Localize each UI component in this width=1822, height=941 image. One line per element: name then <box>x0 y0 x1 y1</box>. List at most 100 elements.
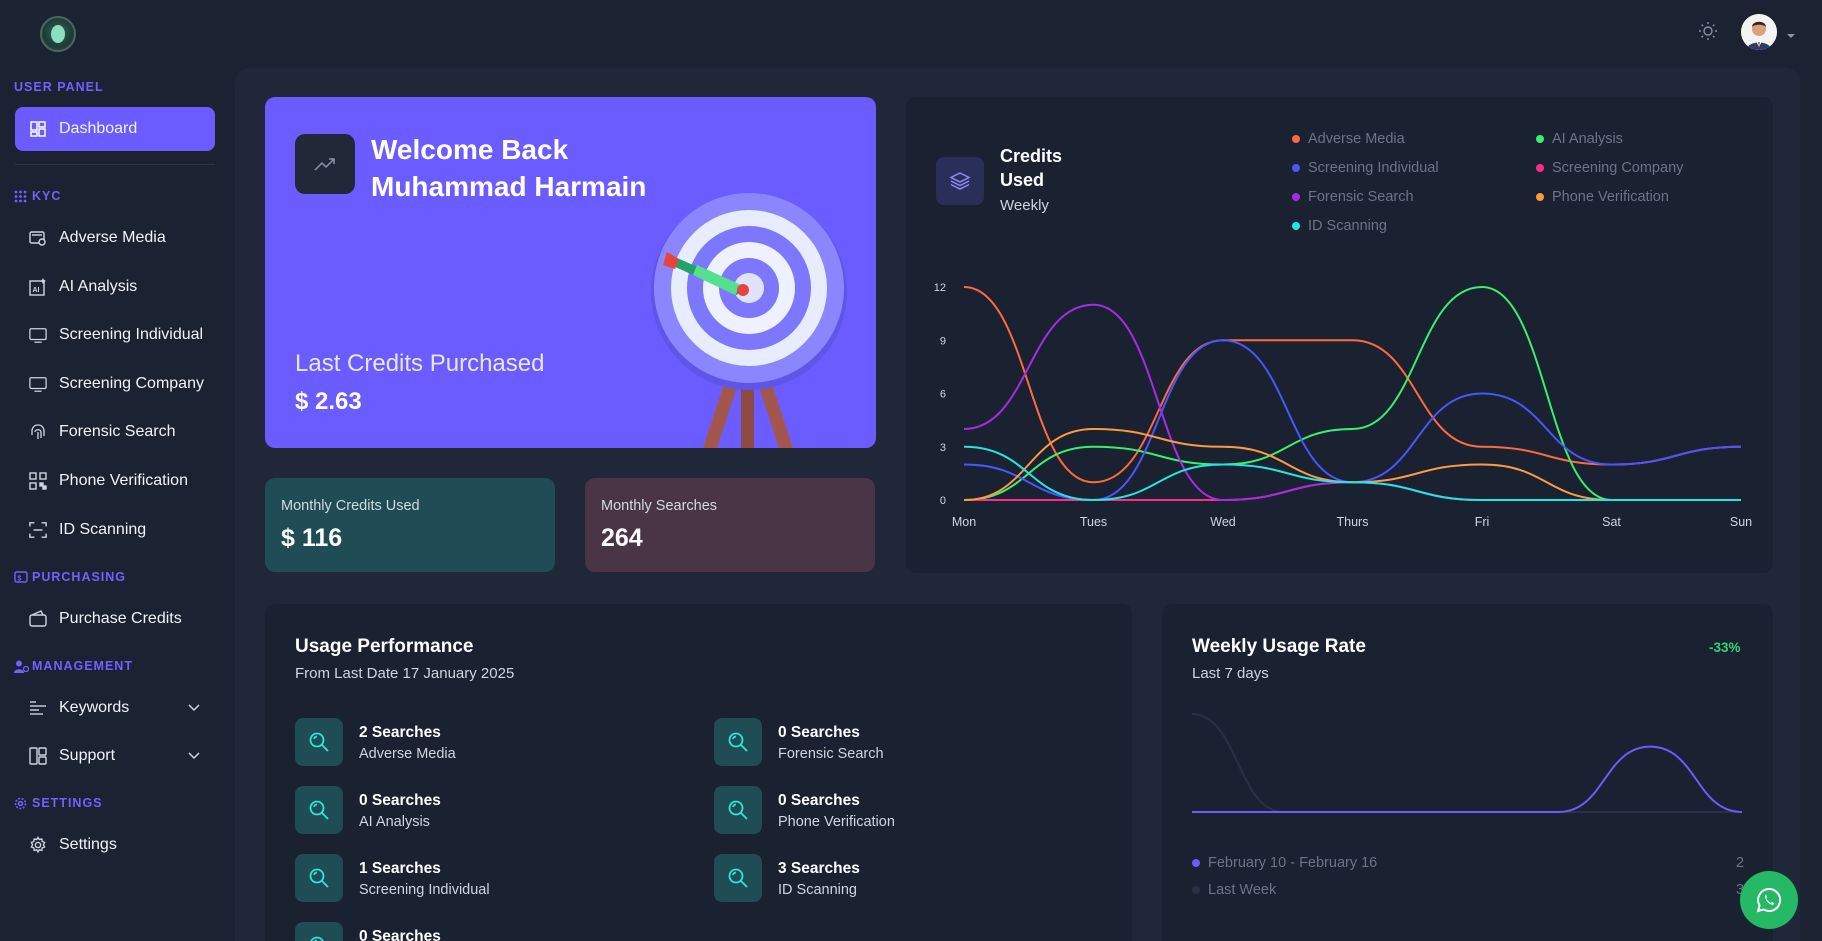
sidebar-item-label: Dashboard <box>59 120 138 137</box>
sidebar-item-dashboard[interactable]: Dashboard <box>15 107 215 151</box>
sidebar-item-label: ID Scanning <box>59 521 147 538</box>
sidebar-item-screening-company[interactable]: Screening Company <box>15 362 215 406</box>
last-credits-label: Last Credits Purchased <box>295 350 545 377</box>
whatsapp-icon <box>1756 887 1782 913</box>
series-line <box>963 445 1741 502</box>
week-line <box>1191 745 1743 813</box>
usage-label: Screening Individual <box>359 882 490 898</box>
sidebar-item-purchase-credits[interactable]: Purchase Credits <box>15 597 215 641</box>
chevron-down-icon <box>187 700 201 714</box>
dashboard-icon <box>29 120 47 138</box>
welcome-card: Welcome Back Muhammad Harmain Last Credi… <box>265 97 876 448</box>
scan-icon <box>29 521 47 539</box>
sidebar-item-label: Support <box>59 747 116 764</box>
section-user-panel: USER PANEL <box>14 80 104 94</box>
sidebar-item-phone-verification[interactable]: Phone Verification <box>15 459 215 503</box>
sidebar-item-label: AI Analysis <box>59 278 138 295</box>
search-icon <box>714 718 762 766</box>
x-tick-label: Wed <box>1210 515 1236 529</box>
x-tick-label: Fri <box>1475 515 1490 529</box>
theme-toggle-sun-icon[interactable] <box>1697 20 1719 42</box>
usage-count: 2 Searches <box>359 724 441 741</box>
list-icon <box>29 699 47 717</box>
sidebar: USER PANEL Dashboard KYC Adverse Media A… <box>0 0 230 941</box>
sidebar-item-label: Purchase Credits <box>59 610 182 627</box>
usage-label: Forensic Search <box>778 746 884 762</box>
section-label: SETTINGS <box>32 796 103 810</box>
user-name: Muhammad Harmain <box>371 171 647 202</box>
usage-item: 0 Searches Phone Verification <box>714 786 1074 834</box>
newspaper-search-icon <box>29 229 47 247</box>
sidebar-item-forensic-search[interactable]: Forensic Search <box>15 410 215 454</box>
legend-label: February 10 - February 16 <box>1208 855 1378 871</box>
usage-performance-card: Usage Performance From Last Date 17 Janu… <box>265 604 1132 941</box>
weekly-legend-item: February 10 - February 16 <box>1192 855 1377 871</box>
last-credits-value: $ 2.63 <box>295 388 362 415</box>
search-icon <box>295 718 343 766</box>
series-line <box>963 303 1741 502</box>
stat-label: Monthly Searches <box>601 498 718 514</box>
monitor-icon <box>29 326 47 344</box>
monthly-searches-card: Monthly Searches 264 <box>585 478 875 572</box>
usage-count: 0 Searches <box>778 724 860 741</box>
stat-label: Monthly Credits Used <box>281 498 420 514</box>
grid-icon <box>14 190 27 203</box>
x-tick-label: Tues <box>1080 515 1107 529</box>
x-tick-label: Thurs <box>1337 515 1369 529</box>
usage-title: Usage Performance <box>295 636 474 657</box>
fingerprint-icon <box>29 423 47 441</box>
x-tick-label: Sun <box>1730 515 1752 529</box>
search-icon <box>714 786 762 834</box>
sidebar-item-keywords[interactable]: Keywords <box>15 686 215 730</box>
gear-icon <box>14 797 27 810</box>
svg-text:$: $ <box>18 575 23 582</box>
chevron-down-icon <box>187 748 201 762</box>
y-tick-label: 12 <box>934 282 946 294</box>
welcome-title: Welcome Back Muhammad Harmain <box>371 131 691 205</box>
legend-dot <box>1192 886 1200 894</box>
avatar[interactable] <box>1741 14 1777 50</box>
sidebar-item-adverse-media[interactable]: Adverse Media <box>15 216 215 260</box>
sidebar-item-settings[interactable]: Settings <box>15 823 215 867</box>
section-management: MANAGEMENT <box>14 659 133 673</box>
svg-text:AI: AI <box>33 287 40 294</box>
sidebar-item-label: Settings <box>59 836 117 853</box>
ai-icon: AI <box>29 278 47 296</box>
logo[interactable] <box>40 16 76 52</box>
sidebar-item-support[interactable]: Support <box>15 734 215 778</box>
usage-item: 1 Searches Screening Individual <box>295 854 655 902</box>
section-purchasing: $ PURCHASING <box>14 570 126 584</box>
usage-label: Phone Verification <box>778 814 895 830</box>
sidebar-item-label: Phone Verification <box>59 472 188 489</box>
x-tick-label: Mon <box>952 515 976 529</box>
y-tick-label: 6 <box>940 389 946 401</box>
divider <box>15 164 215 165</box>
usage-count: 0 Searches <box>359 792 441 809</box>
usage-subtitle: From Last Date 17 January 2025 <box>295 665 515 682</box>
section-kyc: KYC <box>14 189 61 203</box>
week-line <box>1191 713 1742 813</box>
sidebar-item-id-scanning[interactable]: ID Scanning <box>15 508 215 552</box>
series-line <box>963 285 1741 502</box>
legend-value: 2 <box>1736 855 1745 871</box>
support-icon <box>29 747 47 765</box>
stat-value: 264 <box>601 524 643 552</box>
section-label: PURCHASING <box>32 570 127 584</box>
search-icon <box>295 922 343 941</box>
section-label: USER PANEL <box>14 80 104 94</box>
usage-count: 3 Searches <box>778 860 860 877</box>
usage-item: 0 Searches <box>295 922 655 941</box>
y-tick-label: 3 <box>940 442 946 454</box>
target-illustration <box>651 193 847 448</box>
gear-icon <box>29 836 47 854</box>
wallet-icon: $ <box>14 570 28 584</box>
sidebar-item-label: Adverse Media <box>59 229 166 246</box>
caret-down-icon[interactable] <box>1786 27 1796 38</box>
sidebar-item-ai-analysis[interactable]: AI AI Analysis <box>15 265 215 309</box>
usage-label: Adverse Media <box>359 746 456 762</box>
sidebar-item-screening-individual[interactable]: Screening Individual <box>15 313 215 357</box>
whatsapp-button[interactable] <box>1740 871 1798 929</box>
legend-label: Last Week <box>1208 882 1277 898</box>
series-line <box>964 481 1741 502</box>
monitor-icon <box>29 375 47 393</box>
